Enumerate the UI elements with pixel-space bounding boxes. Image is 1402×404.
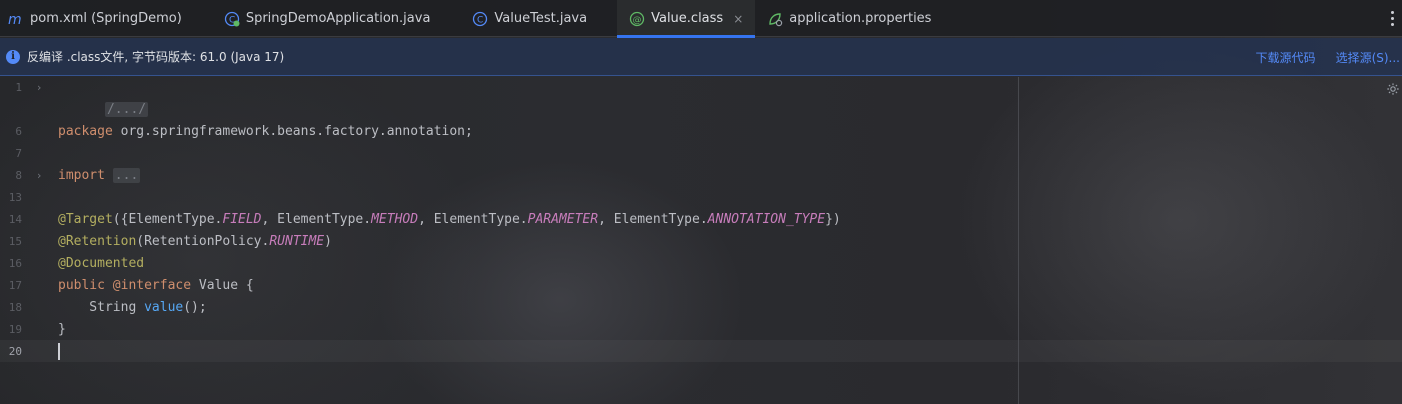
annotation: @Documented (58, 256, 145, 271)
more-tabs-icon[interactable] (1388, 9, 1396, 27)
code-text: } (58, 322, 66, 337)
code-line-16: @Documented (58, 253, 144, 275)
code-line-17: public @interface Value { (58, 275, 254, 297)
keyword: import (58, 168, 105, 183)
line-number-current: 20 (8, 345, 22, 358)
right-margin-guide (1018, 77, 1019, 404)
enum-constant: FIELD (222, 212, 262, 227)
folded-header-comment[interactable]: /.../ (104, 102, 149, 117)
folded-imports[interactable]: ... (112, 168, 141, 183)
tab-label: application.properties (789, 11, 932, 26)
line-number: 13 (8, 191, 22, 204)
line-number: 7 (15, 147, 22, 160)
enum-constant: PARAMETER (527, 212, 599, 227)
download-sources-link[interactable]: 下载源代码 (1256, 49, 1316, 66)
code-line-15: @Retention(RetentionPolicy.RUNTIME) (58, 231, 332, 253)
code-line-8: import ... (58, 165, 141, 187)
ide-window: m pom.xml (SpringDemo) C SpringDemoAppli… (0, 0, 1402, 404)
tab-label: SpringDemoApplication.java (245, 11, 431, 26)
enum-constant: ANNOTATION_TYPE (707, 212, 826, 227)
keyword: @interface (104, 278, 192, 293)
line-number: 14 (8, 213, 22, 226)
code-line-6: package org.springframework.beans.factor… (58, 121, 473, 143)
tab-label: ValueTest.java (494, 11, 588, 26)
code-line-14: @Target({ElementType.FIELD, ElementType.… (58, 209, 841, 231)
code-line-18: String value(); (58, 297, 207, 319)
editor-tab-bar: m pom.xml (SpringDemo) C SpringDemoAppli… (0, 0, 1402, 38)
svg-text:m: m (8, 12, 22, 27)
annotation-icon: @ (629, 11, 645, 27)
spring-properties-icon (767, 11, 783, 27)
line-number: 16 (8, 257, 22, 270)
code-text: ({ElementType. (112, 212, 223, 227)
line-number: 19 (8, 323, 22, 336)
code-text: (); (183, 300, 207, 315)
maven-icon: m (8, 11, 24, 27)
line-number-gutter: 1 6 7 8 13 14 15 16 17 18 19 20 › › (0, 77, 50, 404)
decompiled-notification-banner: i 反编译 .class文件, 字节码版本: 61.0 (Java 17) 下载… (0, 38, 1402, 76)
code-line-1: /.../ (58, 77, 149, 117)
expand-fold-icon[interactable]: › (37, 77, 47, 99)
close-icon[interactable]: × (733, 12, 743, 26)
code-text: ) (324, 234, 332, 249)
line-number: 17 (8, 279, 22, 292)
code-text: , ElementType. (261, 212, 372, 227)
keyword: package (58, 124, 113, 139)
tab-label: Value.class (651, 11, 724, 26)
text-caret (58, 343, 60, 360)
banner-actions: 下载源代码 选择源(S)... (1256, 38, 1402, 76)
current-line-highlight (0, 340, 1402, 362)
tab-application-properties[interactable]: application.properties (755, 0, 943, 37)
spring-class-icon: C (224, 11, 240, 27)
method-name: value (144, 300, 184, 315)
line-number: 6 (15, 125, 22, 138)
annotation: @Target (58, 212, 113, 227)
enum-constant: METHOD (371, 212, 419, 227)
class-icon: C (472, 11, 488, 27)
tab-value-test[interactable]: C ValueTest.java (442, 0, 599, 37)
code-text: Value { (191, 278, 254, 293)
package-name: org.springframework.beans.factory.annota… (112, 124, 473, 139)
code-text: String (58, 300, 145, 315)
keyword: public (58, 278, 105, 293)
tab-pom-xml[interactable]: m pom.xml (SpringDemo) (0, 0, 194, 37)
gear-icon[interactable] (1386, 82, 1400, 96)
info-icon: i (6, 49, 20, 64)
banner-text: 反编译 .class文件, 字节码版本: 61.0 (Java 17) (27, 50, 285, 64)
line-number: 18 (8, 301, 22, 314)
code-text: , ElementType. (598, 212, 708, 227)
choose-sources-link[interactable]: 选择源(S)... (1336, 49, 1400, 66)
line-number: 8 (15, 169, 22, 182)
tab-value-class[interactable]: @ Value.class × (617, 0, 756, 38)
code-text: , ElementType. (418, 212, 528, 227)
annotation: @Retention (58, 234, 137, 249)
code-text: (RetentionPolicy. (136, 234, 270, 249)
code-text: }) (825, 212, 841, 227)
code-line-19: } (58, 319, 66, 341)
svg-text:@: @ (633, 15, 642, 25)
expand-fold-icon[interactable]: › (37, 165, 47, 187)
tab-spring-demo-application[interactable]: C SpringDemoApplication.java (194, 0, 443, 37)
line-number: 15 (8, 235, 22, 248)
line-number: 1 (15, 81, 22, 94)
enum-constant: RUNTIME (269, 234, 325, 249)
code-editor[interactable]: 1 6 7 8 13 14 15 16 17 18 19 20 › › /...… (0, 77, 1402, 404)
svg-text:C: C (477, 15, 483, 25)
tab-label: pom.xml (SpringDemo) (30, 11, 182, 26)
